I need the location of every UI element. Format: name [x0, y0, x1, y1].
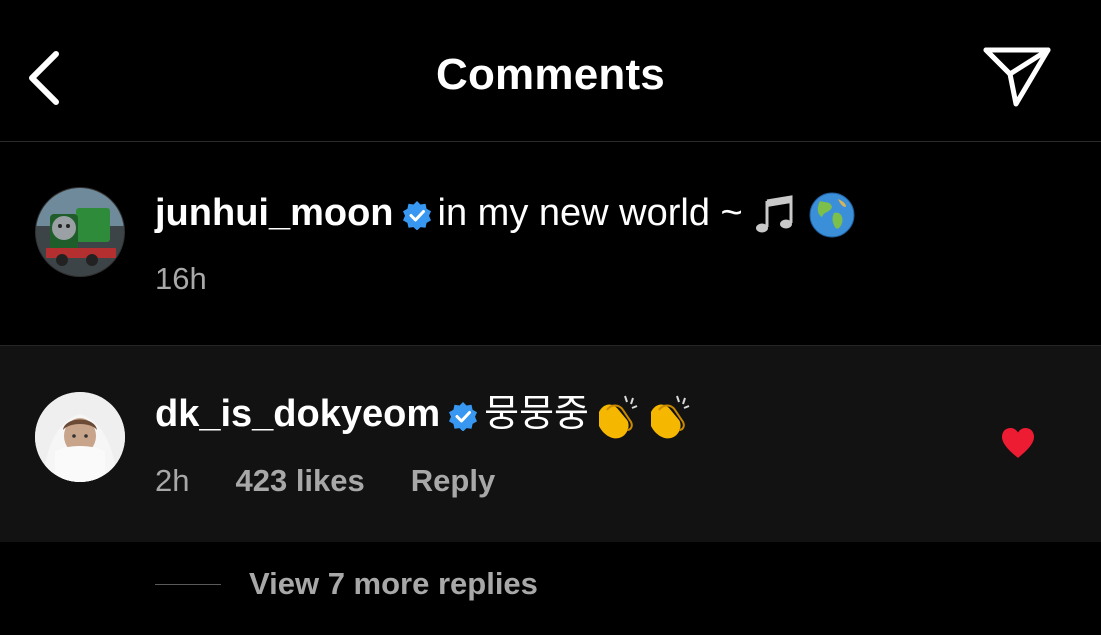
page-title: Comments: [436, 50, 665, 99]
reply-button[interactable]: Reply: [411, 463, 495, 498]
avatar-image: [35, 392, 125, 482]
view-more-replies-button[interactable]: View 7 more replies: [249, 566, 538, 602]
caption-text: in my new world ~: [437, 192, 743, 235]
comment-row: dk_is_dokyeom 뭉뭉중 2h 423 likes Reply: [0, 345, 1101, 542]
header-bar: Comments: [0, 0, 1101, 142]
like-button[interactable]: [1000, 426, 1036, 460]
caption-time: 16h: [155, 261, 207, 296]
view-replies[interactable]: View 7 more replies: [155, 566, 538, 610]
replies-divider: [155, 583, 221, 585]
clapping-hands-emoji: [651, 395, 690, 439]
heart-filled-icon: [1002, 428, 1034, 458]
clapping-hands-emoji: [599, 395, 638, 439]
verified-badge-icon: [402, 201, 431, 230]
comment-line: dk_is_dokyeom 뭉뭉중: [155, 392, 693, 440]
share-button[interactable]: [980, 44, 1054, 108]
paper-plane-icon: [983, 47, 1051, 107]
caption-post: junhui_moon in my new world ~ 16h: [0, 143, 1101, 344]
avatar-image: [36, 188, 124, 276]
avatar[interactable]: [35, 187, 125, 277]
comment-username[interactable]: dk_is_dokyeom: [155, 393, 440, 435]
caption-username[interactable]: junhui_moon: [155, 192, 394, 234]
comment-time: 2h: [155, 463, 190, 498]
avatar[interactable]: [35, 392, 125, 482]
caption-line: junhui_moon in my new world ~: [155, 191, 856, 239]
musical-notes-emoji: [756, 195, 793, 233]
comment-meta: 2h 423 likes Reply: [155, 463, 541, 499]
globe-emoji: [809, 192, 855, 238]
comment-text: 뭉뭉중: [484, 393, 590, 436]
verified-badge-icon: [449, 402, 478, 431]
like-count[interactable]: 423 likes: [235, 463, 364, 498]
